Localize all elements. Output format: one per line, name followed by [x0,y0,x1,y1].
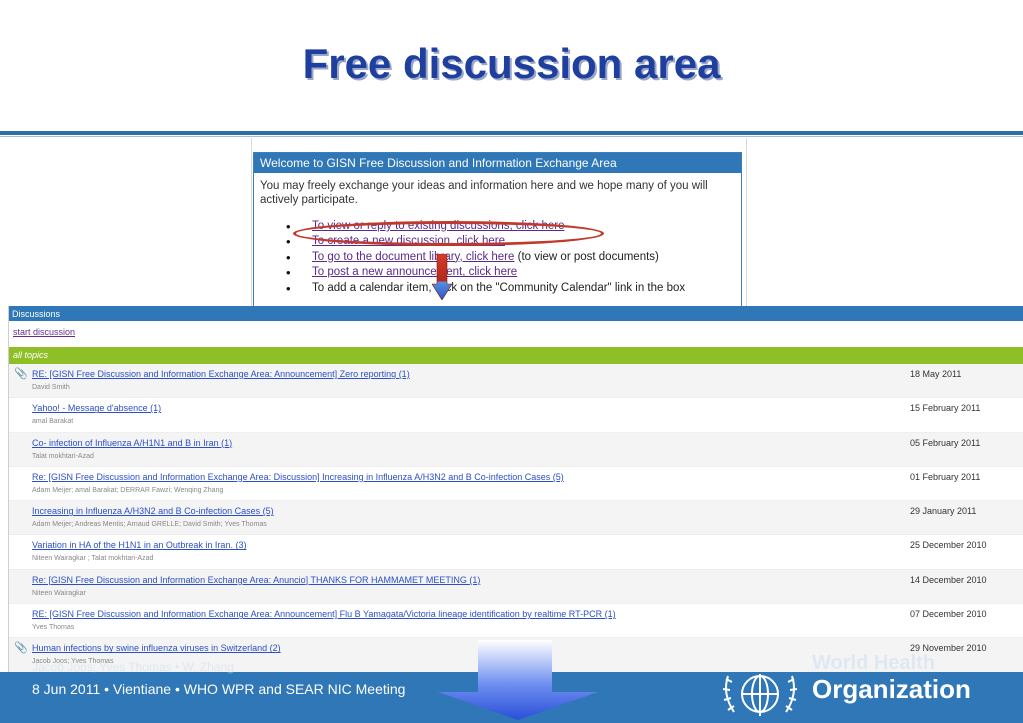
topic-link[interactable]: Yahoo! - Message d'absence (1) [32,403,161,413]
highlight-oval [293,221,604,246]
big-down-arrow-icon [438,640,598,720]
topic-link[interactable]: Variation in HA of the H1N1 in an Outbre… [32,540,246,550]
welcome-intro: You may freely exchange your ideas and i… [260,180,708,206]
topic-date: 15 February 2011 [910,403,981,414]
org-name: Organization [812,674,971,704]
welcome-item: To add a calendar item, click on the "Co… [286,281,741,297]
topic-link[interactable]: Co- infection of Influenza A/H1N1 and B … [32,438,232,448]
table-row[interactable]: RE: [GISN Free Discussion and Informatio… [9,604,1023,639]
topic-authors: Adam Meijer; amal Barakat; DERRAR Fawzi;… [32,486,224,494]
table-row[interactable]: Re: [GISN Free Discussion and Informatio… [9,569,1023,605]
topic-date: 01 February 2011 [910,471,981,482]
topic-date: 05 February 2011 [910,437,981,448]
org-name-top: World Health [812,652,935,674]
topic-authors: amal Barakat [32,418,74,426]
all-topics-bar: all topics [9,347,1023,364]
slide-title: Free discussion area [302,40,721,87]
topic-authors: David Smith [32,384,70,391]
start-discussion-link[interactable]: start discussion [9,321,1023,347]
document-library-note: (to view or post documents) [514,250,659,263]
table-row[interactable]: 📎 RE: [GISN Free Discussion and Informat… [9,364,1023,399]
down-arrow-icon [432,254,452,300]
topic-date: 25 December 2010 [910,540,987,551]
topic-authors: Niteen Wairagkar ; Talat mokhtari-Azad [32,555,154,563]
topic-authors: Adam Meijer; Andreas Mentis; Arnaud GREL… [32,521,267,529]
topic-date: 14 December 2010 [910,574,987,585]
welcome-header: Welcome to GISN Free Discussion and Info… [254,153,741,173]
welcome-item: To post a new announcement, click here [286,265,741,281]
discussions-header: Discussions [9,306,1023,321]
topic-link[interactable]: Re: [GISN Free Discussion and Informatio… [32,472,564,482]
title-divider-thin [0,136,1023,137]
calendar-note: To add a calendar item, click on the "Co… [312,281,686,294]
title-divider [0,131,1023,135]
post-announcement-link[interactable]: To post a new announcement, click here [312,266,517,278]
document-library-link[interactable]: To go to the document library, click her… [312,251,514,263]
topic-link[interactable]: Re: [GISN Free Discussion and Informatio… [32,575,480,585]
table-row[interactable]: Yahoo! - Message d'absence (1) amal Bara… [9,398,1023,433]
topic-link[interactable]: Increasing in Influenza A/H3N2 and B Co-… [32,506,274,516]
topic-date: 18 May 2011 [910,369,962,379]
footer-meeting: 8 Jun 2011 • Vientiane • WHO WPR and SEA… [32,681,406,697]
paperclip-icon: 📎 [14,642,28,655]
topic-link[interactable]: RE: [GISN Free Discussion and Informatio… [32,369,410,379]
topic-date: 29 January 2011 [910,506,977,517]
topic-authors: Niteen Wairagkar [32,589,86,597]
paperclip-icon: 📎 [14,368,28,380]
topic-date: 07 December 2010 [910,609,987,620]
table-row[interactable]: Increasing in Influenza A/H3N2 and B Co-… [9,501,1023,536]
topic-authors: Yves Thomas [32,624,75,632]
topic-link[interactable]: Human infections by swine influenza viru… [32,643,281,653]
welcome-item: To go to the document library, click her… [286,250,741,266]
who-emblem-icon [722,674,798,716]
table-row[interactable]: Variation in HA of the H1N1 in an Outbre… [9,535,1023,570]
footer-authors: Jacob Joos; Yves Thomas • W. Zhang [32,660,234,674]
topic-authors: Talat mokhtari-Azad [32,452,94,460]
table-row[interactable]: Re: [GISN Free Discussion and Informatio… [9,467,1023,502]
table-row[interactable]: Co- infection of Influenza A/H1N1 and B … [9,432,1023,467]
discussions-panel: Discussions start discussion all topics … [8,306,1023,672]
topic-link[interactable]: RE: [GISN Free Discussion and Informatio… [32,609,616,619]
